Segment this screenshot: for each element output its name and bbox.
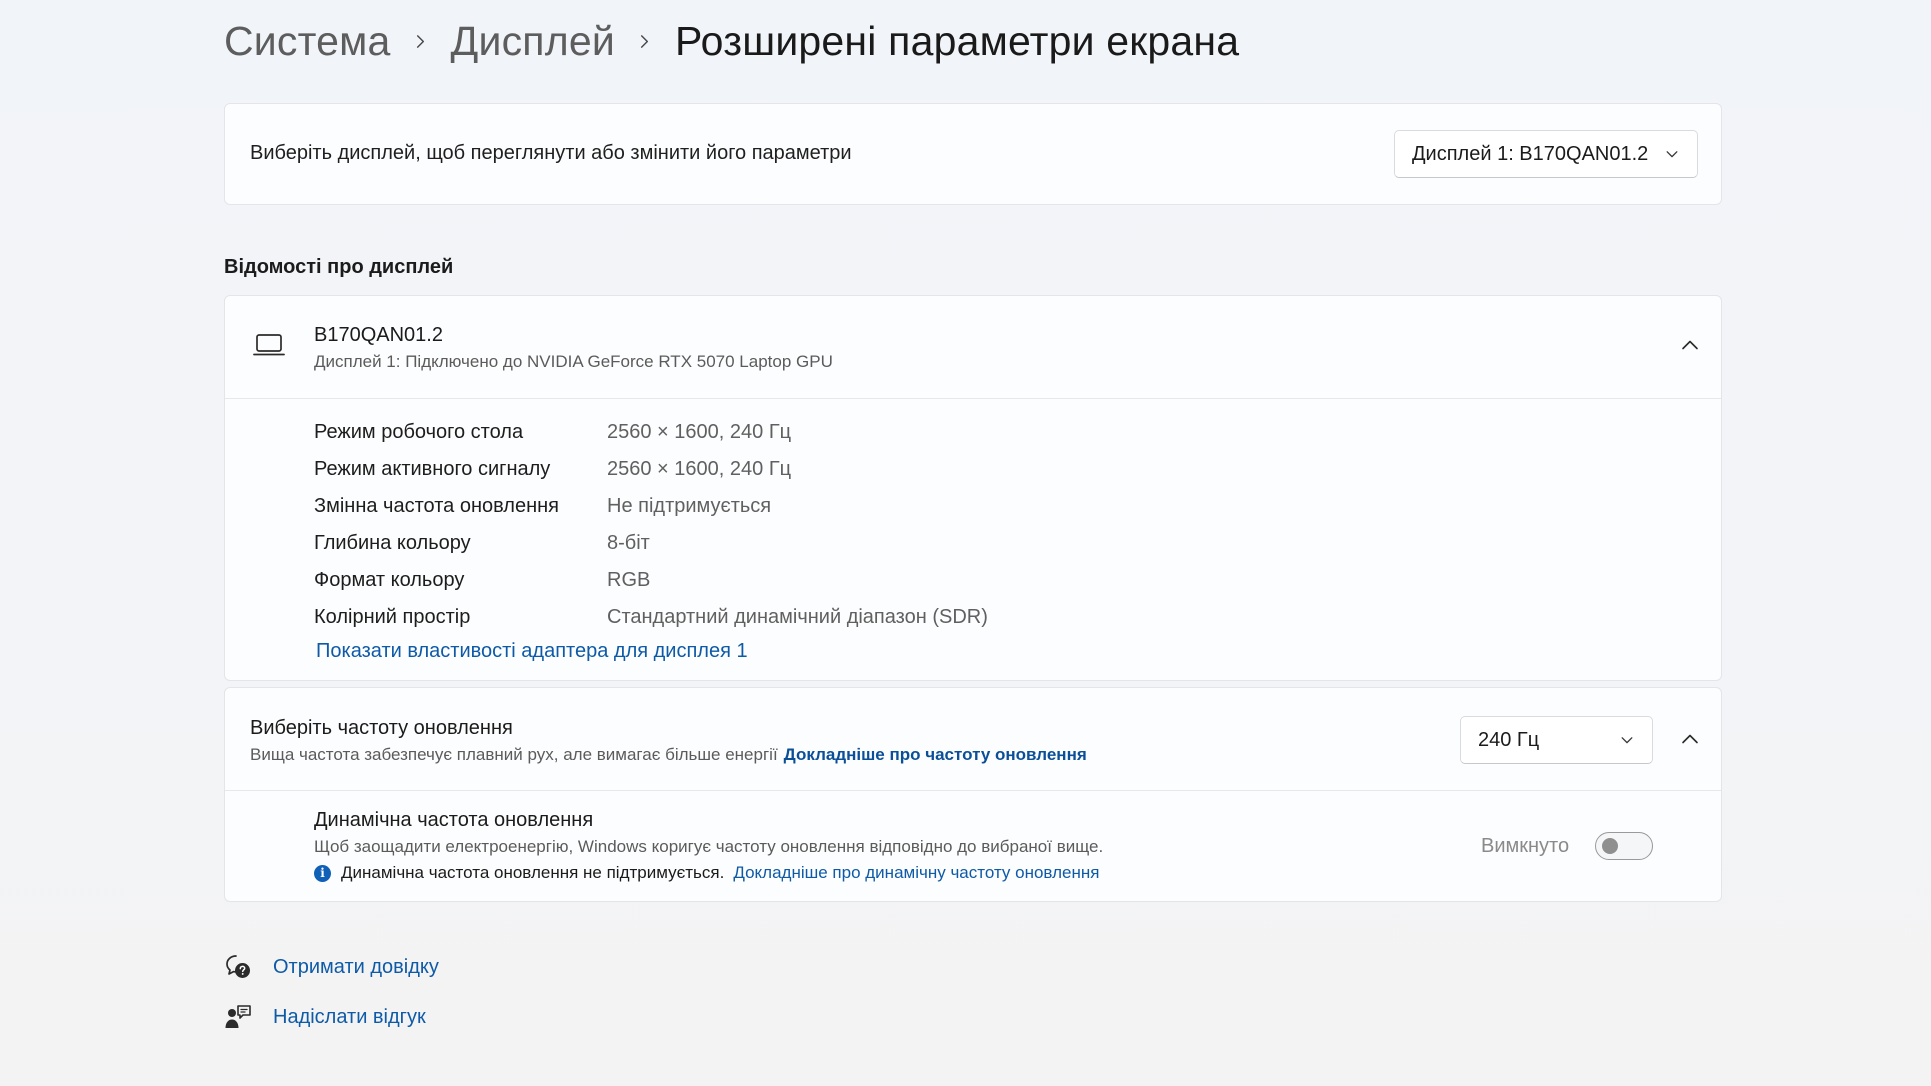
chevron-up-icon[interactable] <box>1679 728 1701 750</box>
display-connection-info: Дисплей 1: Підключено до NVIDIA GeForce … <box>314 352 833 371</box>
property-value: 2560 × 1600, 240 Гц <box>607 421 792 443</box>
breadcrumb-chevron-icon <box>391 33 451 51</box>
breadcrumb: Система Дисплей Розширені параметри екра… <box>224 18 1239 65</box>
property-value: Не підтримується <box>607 495 772 517</box>
get-help-link[interactable]: Отримати довідку <box>224 953 439 981</box>
dynamic-refresh-learn-more-link[interactable]: Докладніше про динамічну частоту оновлен… <box>733 863 1099 883</box>
refresh-rate-title: Виберіть частоту оновлення <box>250 717 513 739</box>
property-value: Стандартний динамічний діапазон (SDR) <box>607 606 988 628</box>
property-row: Режим активного сигналу 2560 × 1600, 240… <box>314 451 988 488</box>
property-row: Глибина кольору 8-біт <box>314 525 988 562</box>
refresh-rate-description: Вища частота забезпечує плавний рух, але… <box>250 745 1087 765</box>
property-value: RGB <box>607 569 651 591</box>
refresh-rate-card: Виберіть частоту оновлення Вища частота … <box>224 687 1722 902</box>
property-value: 2560 × 1600, 240 Гц <box>607 458 792 480</box>
property-name: Режим робочого стола <box>314 421 524 443</box>
page-title: Розширені параметри екрана <box>674 18 1240 64</box>
breadcrumb-system[interactable]: Система <box>224 18 391 65</box>
property-value: 8-біт <box>607 532 650 554</box>
display-select-value: Дисплей 1: B170QAN01.2 <box>1412 142 1649 165</box>
get-help-label: Отримати довідку <box>273 955 439 978</box>
display-info-heading: Відомості про дисплей <box>224 256 454 278</box>
property-name: Колірний простір <box>314 606 471 628</box>
chevron-up-icon[interactable] <box>1679 334 1701 356</box>
select-display-card: Виберіть дисплей, щоб переглянути або зм… <box>224 103 1722 205</box>
property-name: Змінна частота оновлення <box>314 495 559 517</box>
breadcrumb-display[interactable]: Дисплей <box>451 18 615 65</box>
refresh-rate-header: Виберіть частоту оновлення Вища частота … <box>225 688 1721 791</box>
send-feedback-label: Надіслати відгук <box>273 1005 426 1028</box>
property-name: Глибина кольору <box>314 532 471 554</box>
display-info-header[interactable]: B170QAN01.2 Дисплей 1: Підключено до NVI… <box>225 296 1721 399</box>
dynamic-refresh-toggle-label: Вимкнуто <box>1481 835 1570 857</box>
property-row: Змінна частота оновлення Не підтримуєтьс… <box>314 488 988 525</box>
refresh-rate-value: 240 Гц <box>1478 728 1540 751</box>
dynamic-refresh-title: Динамічна частота оновлення <box>314 809 594 831</box>
send-feedback-link[interactable]: Надіслати відгук <box>224 1003 426 1031</box>
property-name: Формат кольору <box>314 569 465 591</box>
dynamic-refresh-note: i Динамічна частота оновлення не підтрим… <box>314 863 1099 883</box>
feedback-icon <box>225 1005 251 1028</box>
chevron-down-icon <box>1666 151 1678 158</box>
property-row: Режим робочого стола 2560 × 1600, 240 Гц <box>314 414 988 451</box>
display-name: B170QAN01.2 <box>314 324 443 346</box>
property-row: Колірний простір Стандартний динамічний … <box>314 599 988 636</box>
property-row: Формат кольору RGB <box>314 562 988 599</box>
toggle-knob <box>1602 838 1618 854</box>
info-icon: i <box>314 864 331 882</box>
property-name: Режим активного сигналу <box>314 458 551 480</box>
display-select-dropdown[interactable]: Дисплей 1: B170QAN01.2 <box>1394 130 1698 178</box>
refresh-rate-dropdown[interactable]: 240 Гц <box>1460 716 1653 764</box>
dynamic-refresh-description: Щоб заощадити електроенергію, Windows ко… <box>314 837 1104 856</box>
chevron-down-icon <box>1621 737 1633 744</box>
dynamic-refresh-toggle[interactable] <box>1595 832 1653 860</box>
laptop-icon <box>253 334 285 356</box>
refresh-rate-learn-more-link[interactable]: Докладніше про частоту оновлення <box>784 745 1087 764</box>
dynamic-refresh-unsupported-text: Динамічна частота оновлення не підтримує… <box>341 863 725 882</box>
select-display-label: Виберіть дисплей, щоб переглянути або зм… <box>250 142 852 164</box>
display-info-card: B170QAN01.2 Дисплей 1: Підключено до NVI… <box>224 295 1722 681</box>
breadcrumb-chevron-icon <box>615 33 675 51</box>
help-icon <box>226 955 250 978</box>
refresh-rate-subtitle: Вища частота забезпечує плавний рух, але… <box>250 745 778 764</box>
adapter-properties-link[interactable]: Показати властивості адаптера для диспле… <box>316 640 748 663</box>
display-properties-list: Режим робочого стола 2560 × 1600, 240 Гц… <box>314 414 988 636</box>
